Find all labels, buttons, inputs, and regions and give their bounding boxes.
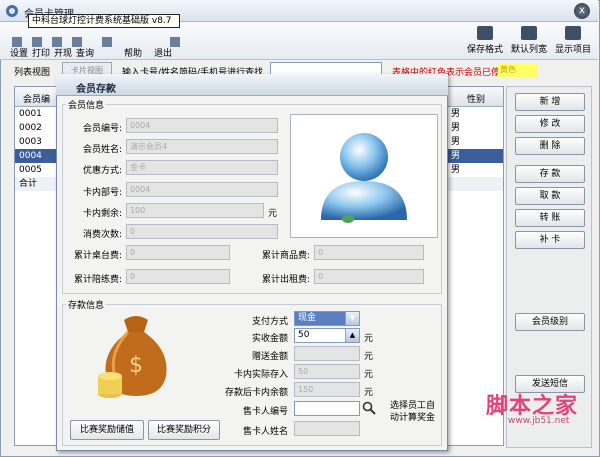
consume-count-label: 消费次数:	[82, 230, 122, 240]
display-items-button[interactable]: 显示项目	[554, 24, 592, 58]
yellow-legend: 黄色	[498, 63, 538, 77]
toolbar-item-print[interactable]: 打印	[32, 46, 50, 59]
save-format-icon	[477, 26, 493, 40]
app-icon	[5, 4, 19, 18]
total-coach-fee-field: 0	[126, 269, 230, 284]
competition-reward-points-button[interactable]: 比赛奖励积分	[148, 420, 220, 440]
display-items-icon	[565, 26, 581, 40]
save-format-button[interactable]: 保存格式	[466, 24, 504, 58]
member-name-label: 会员姓名:	[82, 145, 122, 155]
seller-name-label: 售卡人姓名	[242, 427, 288, 437]
total-rental-fee-label: 累计出租费:	[261, 275, 310, 285]
toolbar-item-exit[interactable]: 退出	[154, 46, 172, 59]
column-header-gender[interactable]: 性别	[467, 92, 485, 105]
svg-text:$: $	[129, 353, 143, 378]
discount-type-label: 优惠方式:	[82, 166, 122, 176]
discount-type-field: 金卡	[126, 160, 278, 175]
total-goods-fee-label: 累计商品费:	[261, 251, 310, 261]
transfer-button[interactable]: 转 账	[515, 209, 585, 227]
actual-deposit-label: 卡内实际存入	[233, 370, 288, 380]
auto-bonus-note-line2: 动计算奖金	[390, 413, 436, 423]
close-icon[interactable]: x	[574, 3, 590, 19]
actual-deposit-unit: 元	[364, 370, 374, 380]
seller-name-field	[294, 421, 360, 436]
payment-method-select[interactable]: 现金 ▼	[294, 311, 360, 326]
card-balance-field: 100	[126, 203, 264, 218]
deposit-button[interactable]: 存 款	[515, 165, 585, 183]
received-amount-label: 实收金额	[251, 334, 288, 344]
total-table-fee-field: 0	[126, 245, 230, 260]
app-banner: 中科台球灯控计费系统基础版 v8.7	[28, 14, 180, 28]
bonus-amount-label: 赠送金额	[251, 352, 288, 362]
member-photo	[290, 114, 438, 238]
received-amount-stepper[interactable]: 50 ▲	[294, 328, 360, 343]
received-amount-unit: 元	[364, 334, 374, 344]
total-coach-fee-label: 累计陪练费:	[73, 275, 122, 285]
card-balance-label: 卡内剩余:	[82, 209, 122, 219]
card-balance-unit: 元	[268, 209, 278, 219]
card-internal-no-field: 0004	[126, 182, 278, 197]
column-width-icon	[521, 26, 537, 40]
reissue-card-button[interactable]: 补 卡	[515, 231, 585, 249]
edit-button[interactable]: 修 改	[515, 115, 585, 133]
seller-id-label: 售卡人编号	[242, 407, 288, 417]
card-internal-no-label: 卡内部号:	[82, 188, 122, 198]
member-id-label: 会员编号:	[82, 124, 122, 134]
toolbar-item-query[interactable]: 查询	[76, 46, 94, 59]
member-info-label: 会员信息	[66, 98, 107, 111]
column-header-id[interactable]: 会员编	[23, 92, 50, 105]
search-icon[interactable]	[362, 401, 376, 415]
member-level-button[interactable]: 会员级别	[515, 313, 585, 331]
toolbar-item-settings[interactable]: 设置	[10, 46, 28, 59]
add-button[interactable]: 新 增	[515, 93, 585, 111]
money-bag-icon: $	[88, 310, 184, 406]
member-id-field: 0004	[126, 118, 278, 133]
total-goods-fee-field: 0	[314, 245, 424, 260]
total-table-fee-label: 累计桌台费:	[73, 251, 122, 261]
chevron-down-icon: ▼	[345, 312, 359, 325]
balance-after-unit: 元	[364, 388, 374, 398]
payment-method-label: 支付方式	[251, 317, 288, 327]
dialog-title: 会员存款	[76, 84, 116, 95]
watermark-url: www.jb51.net	[508, 416, 570, 426]
delete-button[interactable]: 删 除	[515, 137, 585, 155]
stepper-icon[interactable]: ▲	[345, 329, 359, 342]
competition-reward-deposit-button[interactable]: 比赛奖励储值	[70, 420, 144, 440]
tab-list-view[interactable]: 列表视图	[14, 65, 50, 78]
member-name-field: 演示会员4	[126, 139, 278, 154]
actual-deposit-field: 50	[294, 364, 360, 379]
consume-count-field: 0	[126, 224, 278, 239]
toolbar-item-open[interactable]: 开现	[54, 46, 72, 59]
balance-after-label: 存款后卡内余额	[224, 388, 288, 398]
toolbar-item-help[interactable]: 帮助	[124, 46, 142, 59]
total-rental-fee-field: 0	[314, 269, 424, 284]
balance-after-field: 150	[294, 382, 360, 397]
bonus-amount-field	[294, 346, 360, 361]
seller-id-input[interactable]	[294, 401, 360, 416]
withdraw-button[interactable]: 取 款	[515, 187, 585, 205]
column-width-button[interactable]: 默认列宽	[510, 24, 548, 58]
bonus-amount-unit: 元	[364, 352, 374, 362]
